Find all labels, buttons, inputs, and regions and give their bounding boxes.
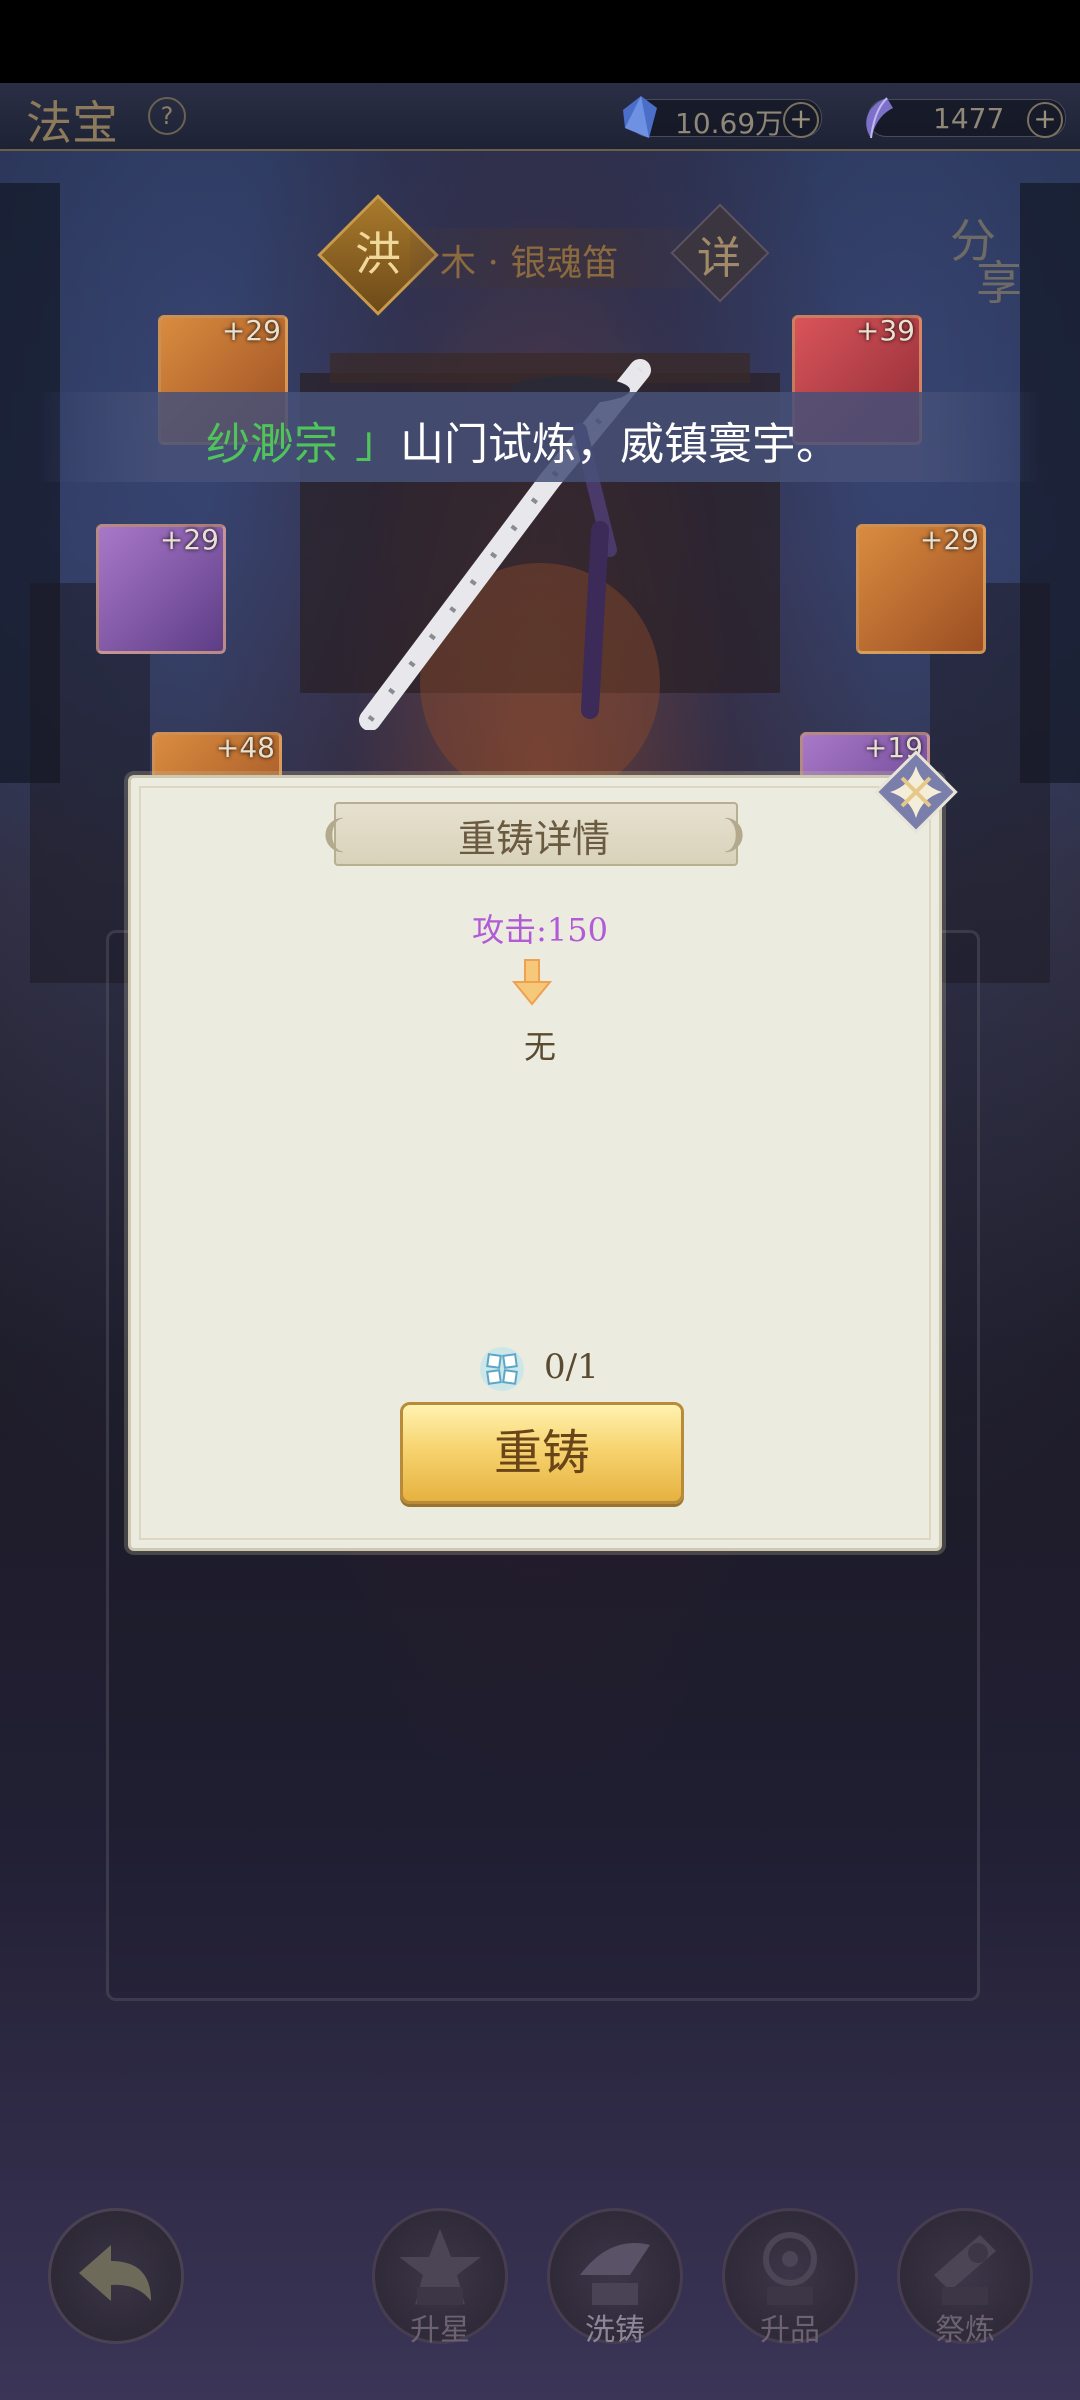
tab-wash-cast[interactable]: 洗铸 [547, 2208, 683, 2348]
help-button[interactable]: ? [148, 97, 186, 135]
item-name: 木 · 银魂笛 [440, 243, 619, 284]
arrow-down-icon [512, 959, 552, 1006]
tab-star-up-label: 升星 [410, 2313, 470, 2348]
share-button[interactable]: 分 享 [950, 218, 1022, 310]
element-badge-label: 洪 [355, 227, 401, 281]
treasure-slot-3[interactable]: +29 [96, 523, 226, 654]
sect-name: 纱渺宗 [206, 419, 338, 470]
recast-material-icon[interactable] [478, 1345, 526, 1393]
back-arrow-icon [79, 2245, 151, 2301]
dialog-title: 重铸详情 [457, 817, 610, 861]
blue-crystal-icon [623, 96, 657, 138]
share-label-2: 享 [976, 256, 1022, 310]
page-title: 法宝 [26, 96, 118, 150]
detail-button[interactable]: 详 [686, 222, 752, 286]
tab-wash-cast-label: 洗铸 [585, 2313, 645, 2348]
currency-spirit: 1477 + [866, 97, 1066, 139]
treasure-slot-4[interactable]: +29 [856, 523, 986, 654]
tab-refine[interactable]: 祭炼 [897, 2208, 1033, 2348]
add-spirit-button[interactable]: + [1027, 102, 1063, 138]
star-up-icon [399, 2229, 481, 2305]
sect-banner: 纱渺宗 」 山门试炼，威镇寰宇。 [40, 392, 1040, 482]
tab-grade-up-label: 升品 [760, 2313, 820, 2348]
recast-button[interactable]: 重铸 [400, 1402, 684, 1504]
currency-spirit-value: 1477 [933, 102, 1005, 135]
sect-bracket: 」 [355, 417, 399, 468]
tab-grade-up[interactable]: 升品 [722, 2208, 858, 2348]
slot-level: +29 [159, 523, 219, 556]
material-count: 0/1 [544, 1347, 599, 1387]
recast-button-label: 重铸 [493, 1425, 590, 1481]
tab-refine-label: 祭炼 [935, 2313, 995, 2348]
tab-star-up[interactable]: 升星 [372, 2208, 508, 2348]
back-button[interactable] [48, 2208, 184, 2344]
sect-motto: 山门试炼，威镇寰宇。 [400, 419, 840, 470]
add-crystal-button[interactable]: + [783, 102, 819, 138]
close-icon[interactable] [874, 750, 958, 834]
attribute-current: 攻击:150 [472, 911, 608, 949]
currency-crystal: 10.69万 + [623, 96, 822, 140]
slot-level: +48 [215, 731, 275, 764]
purple-crystal-icon [866, 97, 893, 139]
top-bar: 法宝 ? 10.69万 + 1477 + [0, 83, 1080, 151]
slot-level: +39 [855, 314, 915, 347]
currency-crystal-value: 10.69万 [675, 107, 784, 140]
attribute-result: 无 [523, 1028, 556, 1066]
grade-up-icon [763, 2232, 817, 2305]
flute-weapon-icon [359, 359, 651, 730]
wash-cast-icon [580, 2243, 650, 2305]
refine-icon [934, 2235, 996, 2305]
slot-level: +29 [221, 314, 281, 347]
slot-level: +29 [919, 523, 979, 556]
